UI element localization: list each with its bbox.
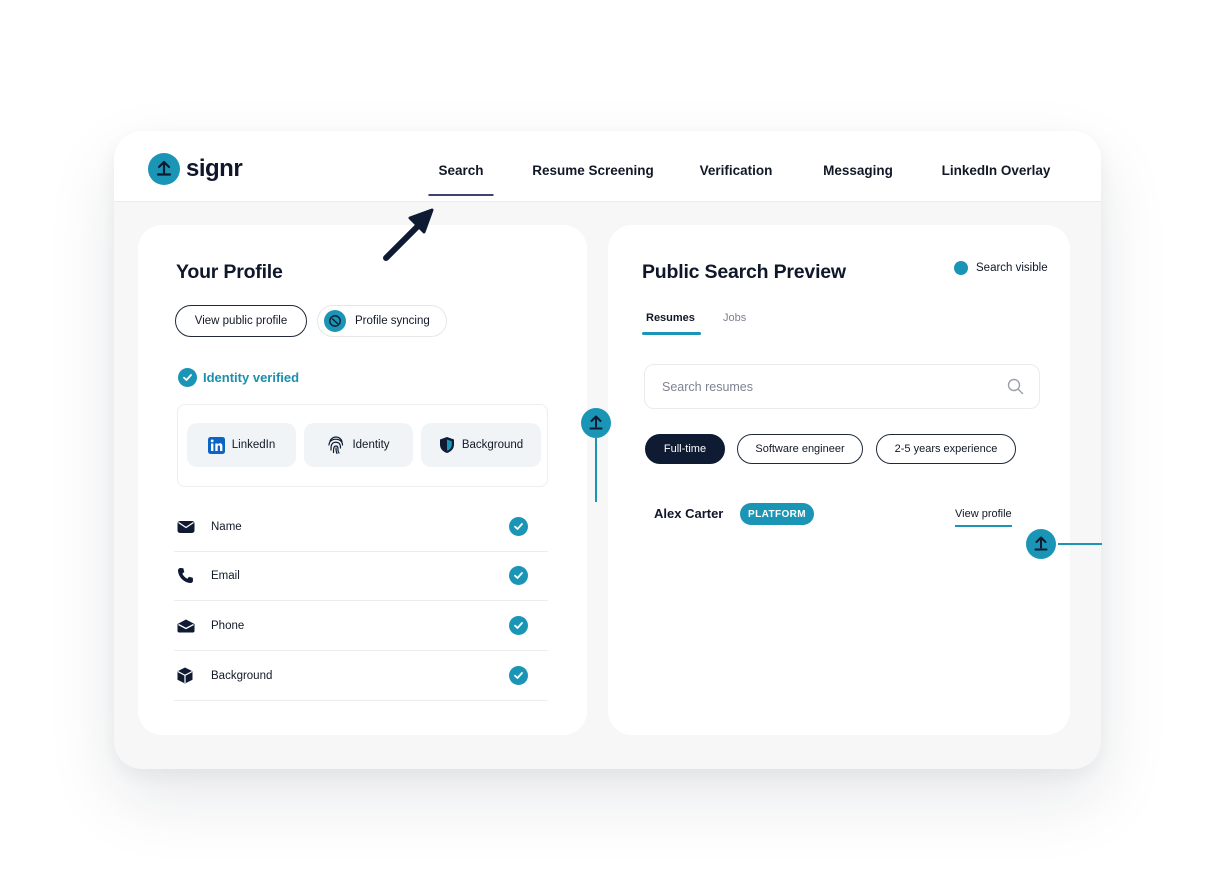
search-preview-panel: Public Search Preview Search visible Res… [608,225,1070,735]
profile-panel-title: Your Profile [176,261,283,283]
nav-tab-verification[interactable]: Verification [700,163,773,178]
marker-connector-line [595,438,597,502]
nav-tab-messaging[interactable]: Messaging [823,163,893,178]
envelope-icon [177,520,199,534]
field-row-phone: Phone [174,601,548,651]
view-public-profile-button[interactable]: View public profile [175,305,307,337]
profile-syncing-button[interactable]: Profile syncing [317,305,447,337]
identity-verified-label: Identity verified [203,370,300,385]
fingerprint-icon [327,435,345,455]
verification-sources: LinkedIn Identity Background [177,404,548,487]
search-preview-title: Public Search Preview [642,261,846,283]
search-visible-label: Search visible [976,262,1048,274]
source-background[interactable]: Background [421,423,541,467]
field-label: Email [211,569,240,582]
phone-icon [177,567,199,584]
source-label: Background [461,439,524,451]
search-icon[interactable] [1007,378,1024,400]
top-navigation-bar: signr Search Resume Screening Verificati… [114,131,1101,202]
filter-chip-experience[interactable]: 2-5 years experience [876,434,1016,464]
check-icon [509,517,528,536]
search-visible-status[interactable]: Search visible [954,261,1048,275]
profile-syncing-label: Profile syncing [355,315,430,327]
source-linkedin[interactable]: LinkedIn [187,423,296,467]
field-row-background: Background [174,651,548,701]
linkedin-icon [207,436,225,454]
signr-marker-icon [1026,529,1056,559]
field-row-name: Name [174,502,548,552]
resume-search-box [644,364,1040,409]
field-label: Name [211,520,242,533]
identity-verified-status: Identity verified [178,368,299,387]
field-label: Phone [211,619,245,632]
shield-icon [439,436,455,454]
status-dot-icon [954,261,968,275]
source-identity[interactable]: Identity [304,423,413,467]
signr-logo-icon [148,153,180,185]
field-label: Background [211,669,273,682]
filter-chip-full-time[interactable]: Full-time [645,434,725,464]
cube-icon [177,667,199,684]
check-icon [509,616,528,635]
field-row-email: Email [174,551,548,601]
view-profile-link[interactable]: View profile [955,508,1012,527]
tab-resumes[interactable]: Resumes [642,312,701,335]
search-input[interactable] [662,379,982,394]
check-icon [178,368,197,387]
source-label: Identity [352,439,390,451]
tab-jobs[interactable]: Jobs [723,312,746,324]
filter-chip-software-engineer[interactable]: Software engineer [737,434,863,464]
platform-badge: PLATFORM [740,503,815,525]
source-label: LinkedIn [231,439,276,451]
marker-connector-line [1058,543,1102,545]
profile-panel: Your Profile View public profile Profile… [138,225,587,735]
app-window: signr Search Resume Screening Verificati… [114,131,1101,769]
signr-marker-icon [581,408,611,438]
nav-tab-linkedin-overlay[interactable]: LinkedIn Overlay [942,163,1051,178]
brand-name: signr [186,155,243,182]
brand-logo[interactable]: signr [148,153,243,185]
check-icon [509,666,528,685]
check-icon [509,566,528,585]
sync-icon [324,310,346,332]
envelope-open-icon [177,619,199,633]
nav-tab-resume-screening[interactable]: Resume Screening [532,163,654,178]
pointer-arrow-icon [380,206,436,267]
nav-tab-search[interactable]: Search [428,163,494,196]
result-candidate-name: Alex Carter [654,506,724,521]
